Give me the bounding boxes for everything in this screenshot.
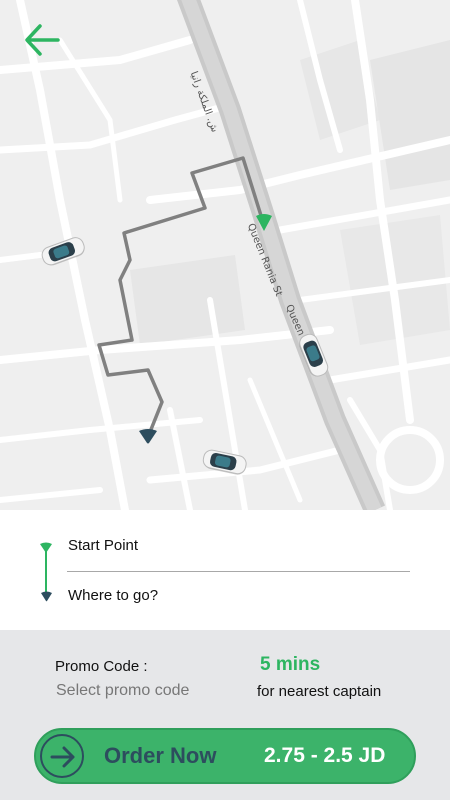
green-pin-icon <box>40 542 52 553</box>
order-arrow-button[interactable] <box>40 734 84 778</box>
route-divider <box>67 571 410 572</box>
arrow-right-icon <box>50 746 75 768</box>
eta-value: 5 mins <box>260 654 321 675</box>
order-price: 2.75 - 2.5 JD <box>264 744 386 767</box>
select-promo-code[interactable]: Select promo code <box>56 682 189 700</box>
route-panel <box>0 510 450 630</box>
green-pin-icon <box>256 214 272 231</box>
order-now-label[interactable]: Order Now <box>104 743 216 769</box>
back-button[interactable] <box>22 22 62 58</box>
blue-pin-icon <box>139 429 157 444</box>
promo-code-label: Promo Code : <box>55 658 148 675</box>
blue-pin-icon <box>41 591 52 602</box>
map-view[interactable]: ش. الملكة رانيا Queen Rania St Queen <box>0 0 450 510</box>
destination-marker <box>40 589 53 607</box>
start-point-field[interactable]: Start Point <box>68 537 408 554</box>
map-start-pin <box>254 212 274 237</box>
start-marker <box>39 541 53 559</box>
destination-field[interactable]: Where to go? <box>68 587 408 604</box>
map-destination-pin <box>138 427 158 450</box>
arrow-left-icon <box>25 24 60 56</box>
eta-caption: for nearest captain <box>257 683 382 700</box>
